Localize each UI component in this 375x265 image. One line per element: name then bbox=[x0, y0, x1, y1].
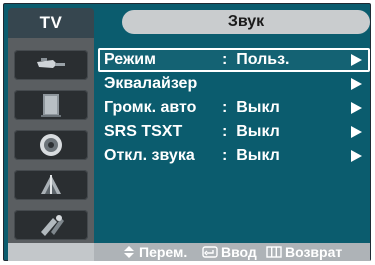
value-separator: : bbox=[222, 123, 228, 140]
enter-icon bbox=[202, 246, 218, 258]
hint-return: Возврат bbox=[266, 243, 342, 261]
menu-item-mode[interactable]: Режим : Польз. bbox=[98, 48, 370, 72]
speaker-icon[interactable] bbox=[14, 130, 88, 160]
menu-item-value-text: Выкл bbox=[236, 123, 280, 140]
tv-tab-label: TV bbox=[39, 13, 63, 32]
up-down-arrows-icon bbox=[124, 246, 134, 258]
antenna-plug-icon[interactable] bbox=[14, 50, 88, 80]
tv-tab[interactable]: TV bbox=[8, 8, 94, 38]
hint-move: Перем. bbox=[122, 243, 187, 261]
menu-item-auto-volume[interactable]: Громк. авто : Выкл bbox=[98, 96, 370, 120]
menu-item-label: Режим bbox=[104, 51, 156, 68]
menu-item-value: : Выкл bbox=[222, 99, 280, 117]
value-separator: : bbox=[222, 147, 228, 164]
arrow-right-icon bbox=[351, 102, 362, 114]
footer-left-block bbox=[8, 243, 94, 261]
value-separator: : bbox=[222, 51, 228, 68]
menu-item-value: : Выкл bbox=[222, 123, 280, 141]
sidebar bbox=[8, 38, 94, 243]
channel-dish-icon[interactable] bbox=[14, 170, 88, 200]
arrow-right-icon bbox=[351, 54, 362, 66]
menu-item-label: SRS TSXT bbox=[104, 123, 183, 140]
menu-item-value-text: Выкл bbox=[236, 147, 280, 164]
menu-item-value-text: Выкл bbox=[236, 99, 280, 116]
osd-menu-window: TV Звук Режим: Польз. Эквалайзер Громк.… bbox=[3, 3, 371, 261]
arrow-right-icon bbox=[351, 126, 362, 138]
menu-item-label: Эквалайзер bbox=[104, 75, 198, 92]
menu-return-icon bbox=[266, 246, 282, 258]
menu-item-mute[interactable]: Откл. звука : Выкл bbox=[98, 144, 370, 168]
menu-item-value-text: Польз. bbox=[236, 51, 290, 68]
value-separator: : bbox=[222, 99, 228, 116]
menu-item-value: : Выкл bbox=[222, 147, 280, 165]
menu-item-label: Откл. звука bbox=[104, 147, 195, 164]
menu-title-label: Звук bbox=[227, 13, 265, 30]
hint-move-label: Перем. bbox=[139, 244, 188, 260]
menu-title: Звук bbox=[122, 10, 370, 34]
arrow-right-icon bbox=[351, 78, 362, 90]
hint-enter-label: Ввод bbox=[221, 244, 257, 260]
hint-enter: Ввод bbox=[202, 243, 257, 261]
picture-panel-icon[interactable] bbox=[14, 90, 88, 120]
hint-return-label: Возврат bbox=[285, 244, 343, 260]
arrow-right-icon bbox=[351, 150, 362, 162]
menu-item-value: : Польз. bbox=[222, 51, 290, 69]
menu-item-label: Громк. авто bbox=[104, 99, 197, 116]
menu-item-equalizer[interactable]: Эквалайзер bbox=[98, 72, 370, 96]
footer-help-bar: Перем. Ввод Возврат bbox=[8, 243, 370, 261]
menu-item-srs-tsxt[interactable]: SRS TSXT : Выкл bbox=[98, 120, 370, 144]
setup-tools-icon[interactable] bbox=[14, 210, 88, 240]
